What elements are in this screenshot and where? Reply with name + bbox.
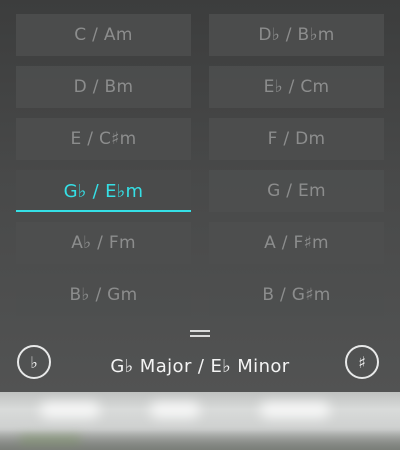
key-button-eb-cm[interactable]: E♭ / Cm: [209, 66, 384, 108]
sharp-button[interactable]: ♯: [345, 345, 379, 379]
current-key-label: G♭ Major / E♭ Minor: [110, 356, 290, 377]
key-button-g-em[interactable]: G / Em: [209, 170, 384, 212]
sharp-icon: ♯: [358, 352, 366, 372]
key-selector-panel: C / Am D♭ / B♭m D / Bm E♭ / Cm E / C♯m F…: [0, 0, 400, 392]
drag-handle-icon[interactable]: [190, 330, 210, 338]
key-button-c-am[interactable]: C / Am: [16, 14, 191, 56]
key-button-bb-gm[interactable]: B♭ / Gm: [16, 274, 191, 316]
key-button-a-fsm[interactable]: A / F♯m: [209, 222, 384, 264]
key-button-d-bm[interactable]: D / Bm: [16, 66, 191, 108]
key-grid: C / Am D♭ / B♭m D / Bm E♭ / Cm E / C♯m F…: [16, 14, 384, 316]
flat-icon: ♭: [30, 352, 38, 372]
key-button-ab-fm[interactable]: A♭ / Fm: [16, 222, 191, 264]
key-button-gb-ebm[interactable]: G♭ / E♭m: [16, 170, 191, 212]
key-button-e-csm[interactable]: E / C♯m: [16, 118, 191, 160]
flat-button[interactable]: ♭: [17, 345, 51, 379]
key-button-db-bbm[interactable]: D♭ / B♭m: [209, 14, 384, 56]
background-scene: [0, 392, 400, 450]
key-button-f-dm[interactable]: F / Dm: [209, 118, 384, 160]
key-button-b-gsm[interactable]: B / G♯m: [209, 274, 384, 316]
